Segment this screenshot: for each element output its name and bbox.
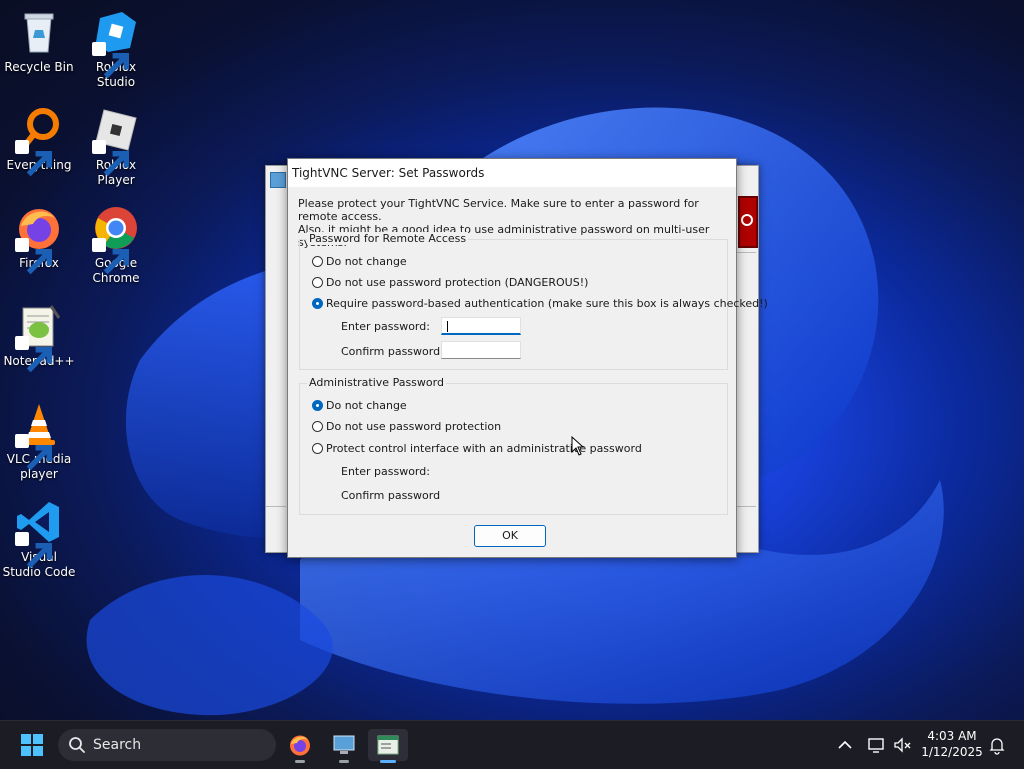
active-indicator [380,760,396,763]
taskbar: Search 4:03 AM 1/12/2025 [0,720,1024,769]
admin-radio-protect-interface[interactable]: Protect control interface with an admini… [312,442,642,455]
ok-button[interactable]: OK [474,525,546,547]
tightvnc-icon [333,735,355,754]
set-passwords-dialog[interactable]: TightVNC Server: Set Passwords Please pr… [287,158,768,558]
desktop-icon-roblox-studio[interactable]: Roblox Studio [78,8,154,90]
desktop-icon-label: Recycle Bin [4,60,74,74]
divider [736,506,756,507]
shortcut-arrow-icon [15,238,53,275]
shortcut-arrow-icon [92,140,130,177]
taskbar-clock[interactable]: 4:03 AM 1/12/2025 [912,728,992,760]
clock-date: 1/12/2025 [921,745,983,759]
admin-radio-no-password[interactable]: Do not use password protection [312,420,501,433]
divider [266,506,286,507]
radio-label: Protect control interface with an admini… [326,442,642,455]
desktop-icon-vlc[interactable]: VLC media player [1,400,77,482]
tightvnc-app-icon [270,172,286,188]
radio-label: Do not use password protection [326,420,502,433]
search-icon [69,737,85,753]
shortcut-arrow-icon [15,434,53,471]
remote-access-group: Password for Remote Access Do not change… [299,232,768,370]
running-indicator [295,760,305,763]
admin-radio-do-not-change[interactable]: Do not change [312,399,407,412]
start-button[interactable] [12,729,52,761]
admin-enter-password-label: Enter password: [341,465,430,478]
remote-enter-password-label: Enter password: [341,320,430,333]
desktop-icon-everything[interactable]: Everything [1,106,77,177]
desktop-icon-firefox[interactable]: Firefox [1,204,77,275]
remote-confirm-password-input[interactable] [441,341,521,359]
shortcut-arrow-icon [15,532,53,569]
recycle-bin-icon [24,13,54,53]
admin-enter-password-input [441,462,521,480]
dialog-title: TightVNC Server: Set Passwords [292,166,485,180]
desktop-icon-roblox-player[interactable]: Roblox Player [78,106,154,188]
radio-label: Require password-based authentication (m… [326,297,768,310]
chevron-up-icon[interactable] [835,735,855,755]
dialog-title-bar[interactable]: TightVNC Server: Set Passwords [288,159,736,187]
windows-logo-icon [21,734,43,756]
intro-line: Please protect your TightVNC Service. Ma… [298,197,699,223]
taskbar-search-box[interactable]: Search [58,729,276,761]
radio-button[interactable] [312,421,323,432]
admin-password-group: Administrative Password Do not change Do… [299,376,728,515]
network-icon[interactable] [866,735,886,755]
desktop-icon-recycle-bin[interactable]: Recycle Bin [1,8,77,75]
group-label: Password for Remote Access [307,232,469,245]
taskbar-tightvnc-config[interactable] [324,729,364,763]
shortcut-arrow-icon [92,42,130,79]
desktop-icon-google-chrome[interactable]: Google Chrome [78,204,154,286]
radio-label: Do not change [326,399,407,412]
clock-time: 4:03 AM [927,729,977,743]
radio-button[interactable] [312,277,323,288]
admin-confirm-password-input [441,486,521,504]
remote-radio-do-not-change[interactable]: Do not change [312,255,407,268]
shortcut-arrow-icon [15,336,53,373]
remote-enter-password-input[interactable] [441,317,521,335]
shortcut-arrow-icon [92,238,130,275]
desktop-icon-vscode[interactable]: Visual Studio Code [1,498,77,580]
stop-sign-icon [738,196,758,248]
notification-bell-icon[interactable] [987,735,1007,755]
divider [736,252,756,253]
taskbar-tightvnc-passwords[interactable] [368,729,408,763]
admin-confirm-password-label: Confirm password: [341,489,444,502]
firefox-icon [290,735,310,756]
taskbar-firefox[interactable] [280,729,320,763]
radio-button[interactable] [312,443,323,454]
shortcut-arrow-icon [15,140,53,177]
search-label: Search [93,737,142,753]
remote-radio-require-password[interactable]: Require password-based authentication (m… [312,297,768,310]
running-indicator [339,760,349,763]
radio-label: Do not change [326,255,407,268]
radio-button-selected[interactable] [312,400,323,411]
tightvnc-window-icon [377,735,399,755]
remote-confirm-password-label: Confirm password: [341,345,444,358]
desktop-icon-notepad-plus-plus[interactable]: Notepad++ [1,302,77,373]
remote-radio-no-password[interactable]: Do not use password protection (DANGEROU… [312,276,588,289]
radio-button-selected[interactable] [312,298,323,309]
mouse-cursor-icon [571,436,585,456]
radio-label: Do not use password protection (DANGEROU… [326,276,589,289]
group-label: Administrative Password [307,376,446,389]
radio-button[interactable] [312,256,323,267]
volume-muted-icon[interactable] [892,735,912,755]
